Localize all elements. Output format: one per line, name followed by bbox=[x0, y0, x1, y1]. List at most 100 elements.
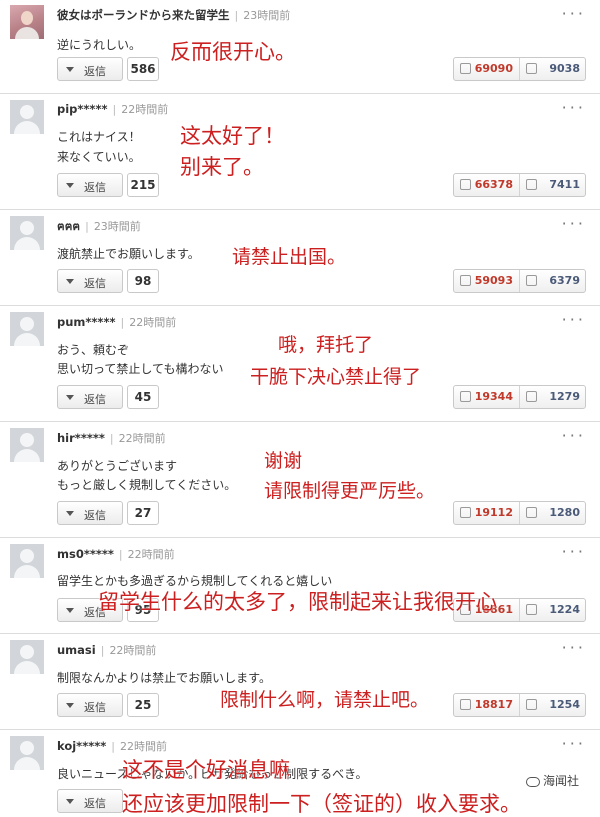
vote-group: 59093 6379 bbox=[453, 269, 586, 293]
downvote-button[interactable]: 1224 bbox=[520, 599, 586, 621]
translation-annotation: 干脆下决心禁止得了 bbox=[250, 366, 422, 388]
more-options-icon[interactable]: · · · bbox=[562, 4, 583, 23]
reply-count[interactable]: 45 bbox=[127, 385, 159, 409]
reply-count[interactable]: 215 bbox=[127, 173, 159, 197]
reply-count[interactable]: 586 bbox=[127, 57, 159, 81]
thumbs-up-icon bbox=[460, 507, 471, 518]
comment-time: 22時間前 bbox=[127, 548, 175, 561]
comment-text-line: もっと厳しく規制してください。 bbox=[57, 478, 237, 492]
reply-button[interactable]: 返信 bbox=[57, 789, 123, 813]
translation-annotation: 哦，拜托了 bbox=[278, 334, 374, 356]
translation-annotation: 反而很开心。 bbox=[170, 40, 296, 64]
more-options-icon[interactable]: · · · bbox=[562, 542, 583, 561]
comment-card: pum***** | 22時間前 · · · おう、頼むぞ 思い切って禁止しても構わ… bbox=[0, 306, 600, 422]
upvote-button[interactable]: 59093 bbox=[454, 270, 520, 292]
comment-username[interactable]: hir***** bbox=[57, 431, 105, 445]
comment-time: 22時間前 bbox=[119, 740, 167, 753]
avatar[interactable] bbox=[10, 428, 44, 462]
downvote-count: 6379 bbox=[549, 274, 580, 287]
wechat-icon bbox=[525, 776, 540, 787]
caret-down-icon bbox=[66, 67, 74, 72]
translation-annotation: 限制什么啊，请禁止吧。 bbox=[220, 689, 430, 711]
reply-button[interactable]: 返信 bbox=[57, 501, 123, 525]
avatar[interactable] bbox=[10, 640, 44, 674]
comment-card: 彼女はポーランドから来た留学生 | 23時間前 · · · 逆にうれしい。 返信 5… bbox=[0, 0, 600, 94]
comment-text-line: 渡航禁止でお願いします。 bbox=[57, 247, 200, 261]
thumbs-up-icon bbox=[460, 179, 471, 190]
avatar[interactable] bbox=[10, 736, 44, 770]
caret-down-icon bbox=[66, 395, 74, 400]
reply-label: 返信 bbox=[84, 277, 106, 290]
more-options-icon[interactable]: · · · bbox=[562, 638, 583, 657]
translation-annotation: 谢谢 bbox=[264, 450, 303, 472]
caret-down-icon bbox=[66, 279, 74, 284]
vote-group: 66378 7411 bbox=[453, 173, 586, 197]
more-options-icon[interactable]: · · · bbox=[562, 734, 583, 753]
comment-username[interactable]: ฅฅฅ bbox=[57, 219, 80, 233]
more-options-icon[interactable]: · · · bbox=[562, 426, 583, 445]
comment-username[interactable]: pip***** bbox=[57, 102, 107, 116]
comment-username[interactable]: pum***** bbox=[57, 315, 115, 329]
comment-text-line: ありがとうございます bbox=[57, 459, 178, 473]
comment-list: 彼女はポーランドから来た留学生 | 23時間前 · · · 逆にうれしい。 返信 5… bbox=[0, 0, 600, 817]
thumbs-down-icon bbox=[526, 699, 537, 710]
reply-button[interactable]: 返信 bbox=[57, 269, 123, 293]
comment-card: koj***** | 22時間前 · · · 良いニュースじゃないか。ビザ発給もっと… bbox=[0, 730, 600, 817]
downvote-button[interactable]: 1279 bbox=[520, 386, 586, 408]
upvote-button[interactable]: 18817 bbox=[454, 694, 520, 716]
reply-label: 返信 bbox=[84, 65, 106, 78]
avatar[interactable] bbox=[10, 100, 44, 134]
vote-group: 18817 1254 bbox=[453, 693, 586, 717]
upvote-count: 18817 bbox=[474, 698, 513, 711]
upvote-count: 59093 bbox=[474, 274, 513, 287]
avatar[interactable] bbox=[10, 312, 44, 346]
comment-card: hir***** | 22時間前 · · · ありがとうございます もっと厳しく規制… bbox=[0, 422, 600, 538]
comment-text-line: 来なくていい。 bbox=[57, 150, 141, 164]
thumbs-down-icon bbox=[526, 507, 537, 518]
translation-annotation: 留学生什么的太多了，限制起来让我很开心 bbox=[98, 590, 497, 614]
upvote-button[interactable]: 19344 bbox=[454, 386, 520, 408]
avatar[interactable] bbox=[10, 216, 44, 250]
reply-button[interactable]: 返信 bbox=[57, 57, 123, 81]
comment-username[interactable]: koj***** bbox=[57, 739, 106, 753]
upvote-count: 66378 bbox=[474, 178, 513, 191]
reply-count[interactable]: 98 bbox=[127, 269, 159, 293]
reply-label: 返信 bbox=[84, 701, 106, 714]
comment-time: 23時間前 bbox=[93, 220, 141, 233]
reply-count[interactable]: 27 bbox=[127, 501, 159, 525]
vote-group: 19344 1279 bbox=[453, 385, 586, 409]
reply-button[interactable]: 返信 bbox=[57, 693, 123, 717]
caret-down-icon bbox=[66, 183, 74, 188]
comment-time: 22時間前 bbox=[109, 644, 157, 657]
comment-username[interactable]: 彼女はポーランドから来た留学生 bbox=[57, 8, 230, 22]
downvote-button[interactable]: 7411 bbox=[520, 174, 586, 196]
comment-username[interactable]: ms0***** bbox=[57, 547, 114, 561]
caret-down-icon bbox=[66, 799, 74, 804]
downvote-count: 1280 bbox=[549, 506, 580, 519]
comment-text-line: 思い切って禁止しても構わない bbox=[57, 362, 224, 376]
reply-count[interactable]: 25 bbox=[127, 693, 159, 717]
avatar[interactable] bbox=[10, 544, 44, 578]
more-options-icon[interactable]: · · · bbox=[562, 98, 583, 117]
downvote-button[interactable]: 1254 bbox=[520, 694, 586, 716]
more-options-icon[interactable]: · · · bbox=[562, 214, 583, 233]
avatar[interactable] bbox=[10, 5, 44, 39]
comment-card: umasi | 22時間前 · · · 制限なんかよりは禁止でお願いします。 返信 … bbox=[0, 634, 600, 730]
comment-time: 22時間前 bbox=[118, 432, 166, 445]
comment-text-line: おう、頼むぞ bbox=[57, 343, 130, 357]
downvote-button[interactable]: 1280 bbox=[520, 502, 586, 524]
vote-group: 69090 9038 bbox=[453, 57, 586, 81]
upvote-button[interactable]: 19112 bbox=[454, 502, 520, 524]
downvote-button[interactable]: 9038 bbox=[520, 58, 586, 80]
reply-button[interactable]: 返信 bbox=[57, 173, 123, 197]
translation-annotation: 还应该更加限制一下（签证的）收入要求。 bbox=[122, 792, 521, 816]
downvote-button[interactable]: 6379 bbox=[520, 270, 586, 292]
reply-button[interactable]: 返信 bbox=[57, 385, 123, 409]
more-options-icon[interactable]: · · · bbox=[562, 310, 583, 329]
upvote-button[interactable]: 66378 bbox=[454, 174, 520, 196]
reply-label: 返信 bbox=[84, 797, 106, 810]
thumbs-down-icon bbox=[526, 391, 537, 402]
upvote-button[interactable]: 69090 bbox=[454, 58, 520, 80]
comment-card: ms0***** | 22時間前 · · · 留学生とかも多過ぎるから規制してくれる… bbox=[0, 538, 600, 634]
comment-username[interactable]: umasi bbox=[57, 643, 96, 657]
